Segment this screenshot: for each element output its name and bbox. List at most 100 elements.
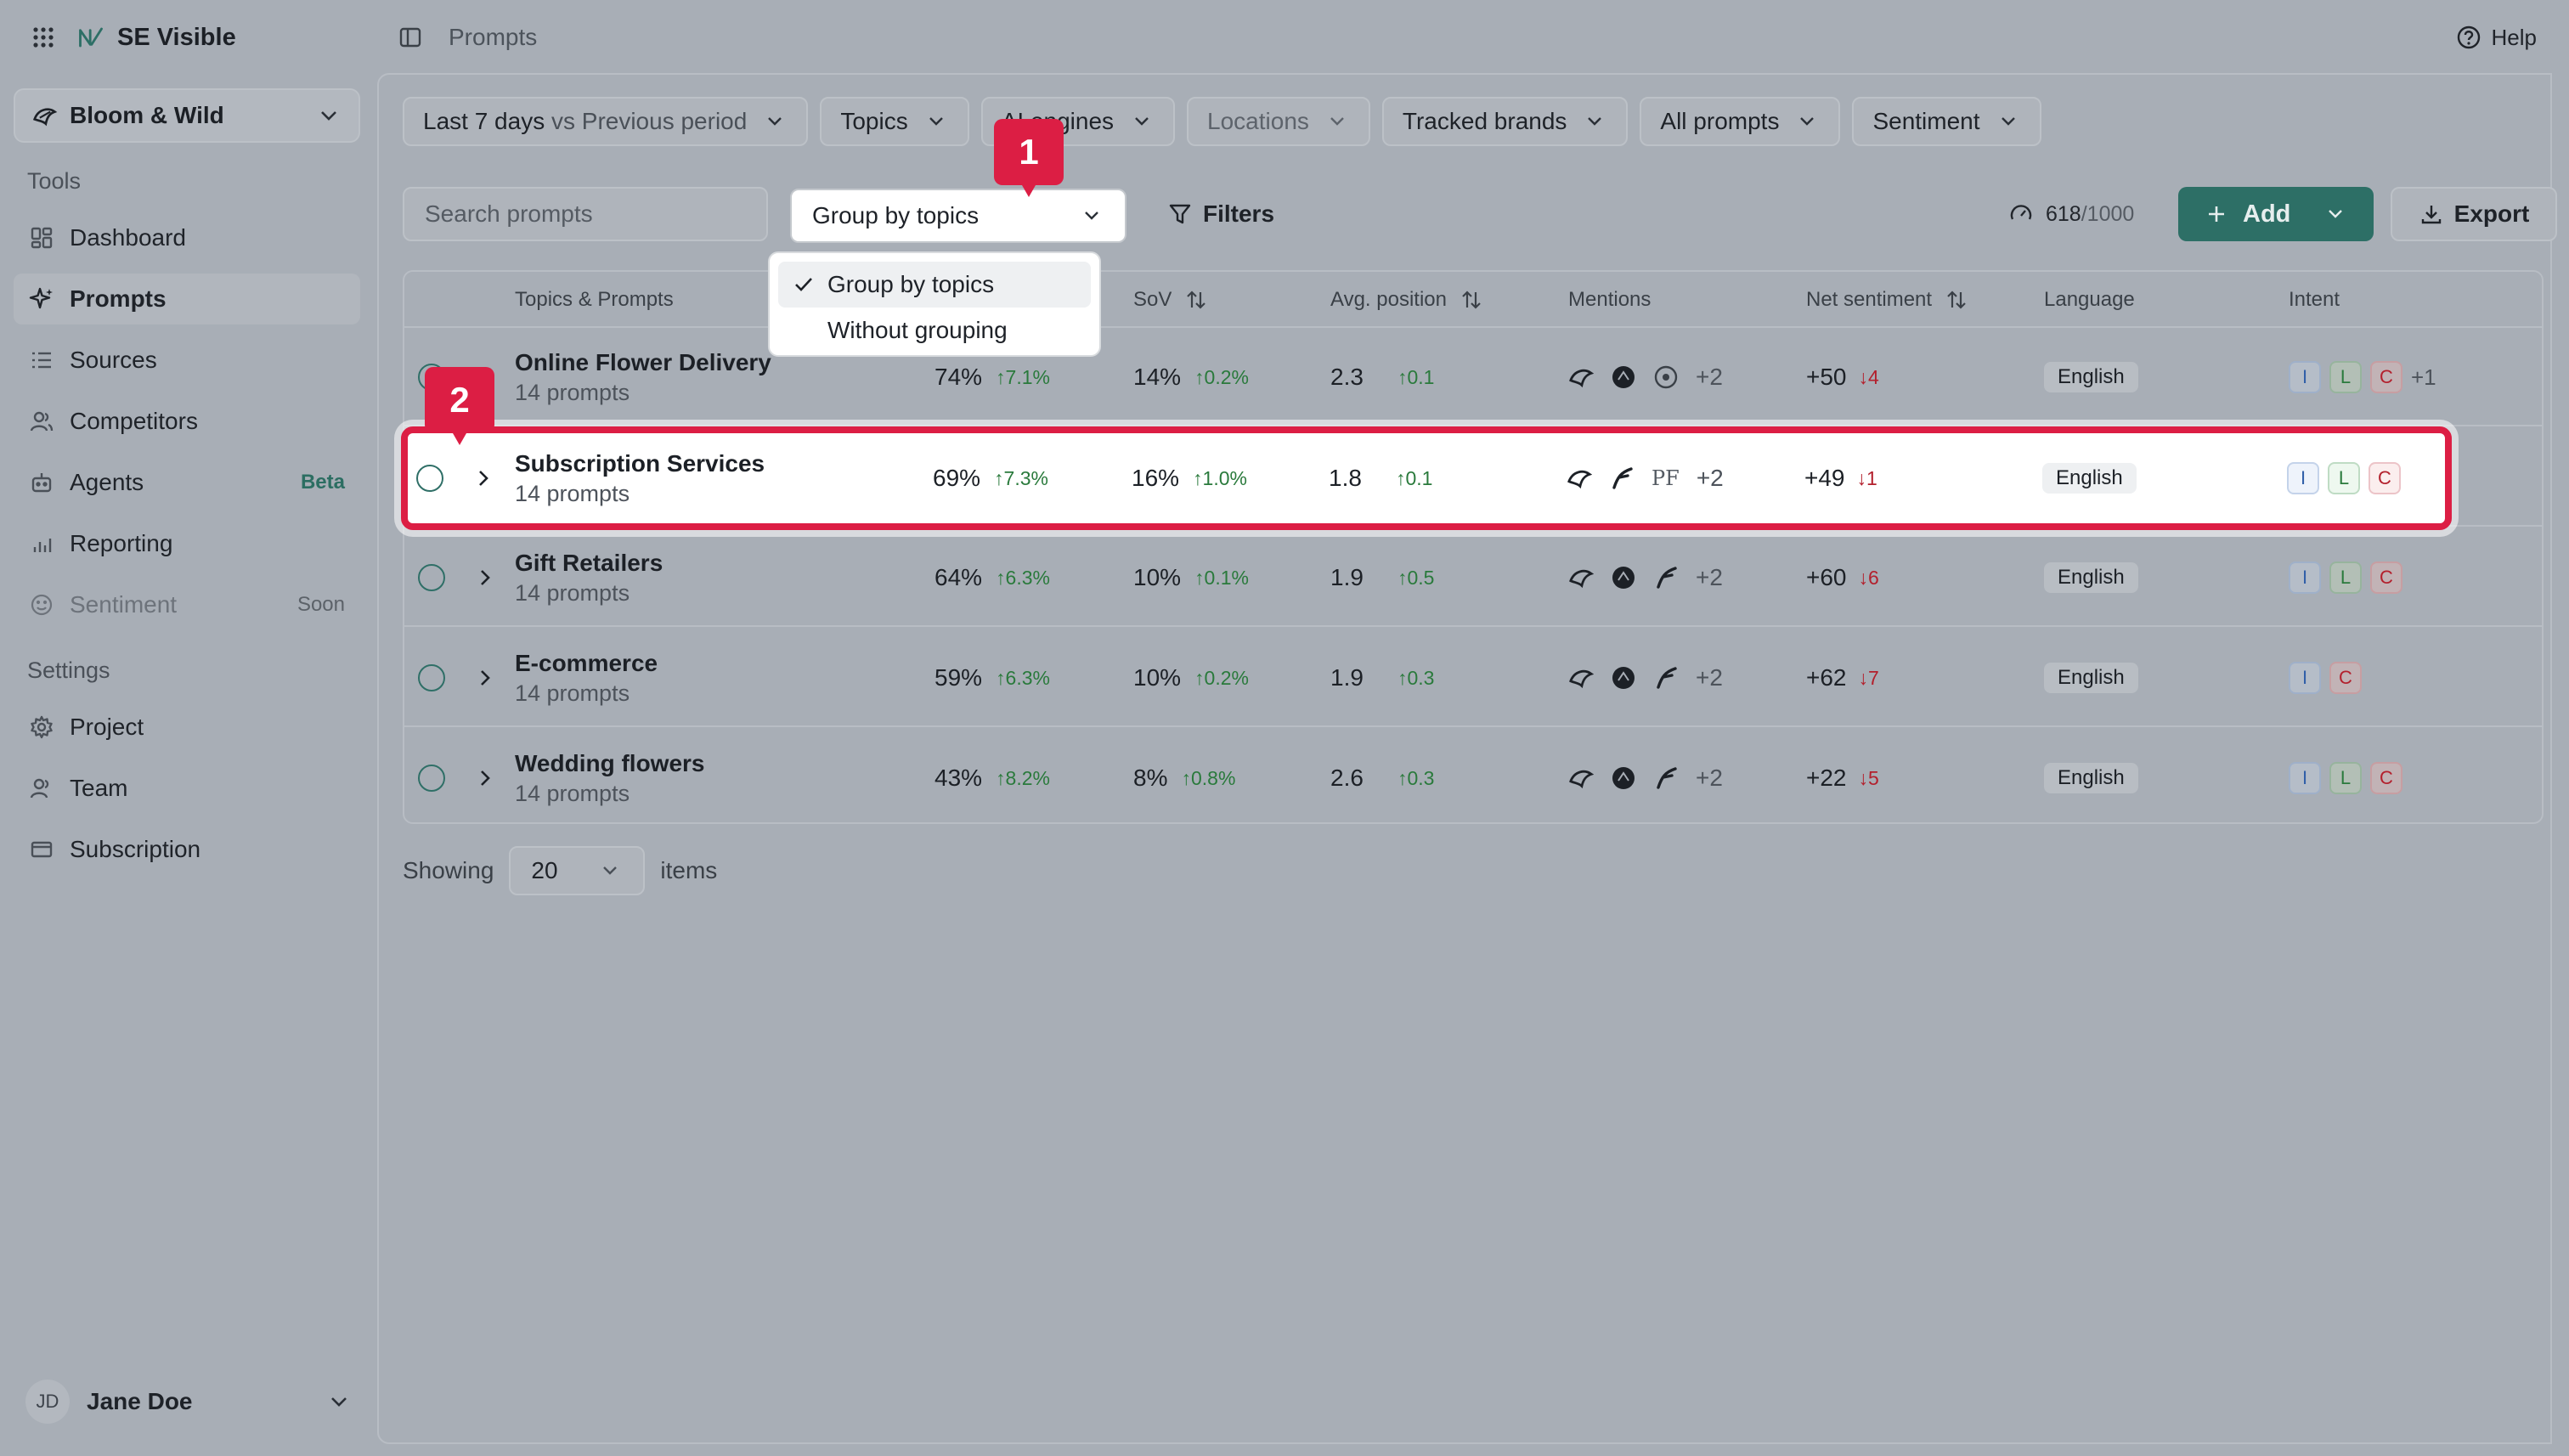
chevron-down-icon <box>1129 109 1155 134</box>
dropdown-option-without-grouping[interactable]: Without grouping <box>778 308 1091 353</box>
table-row[interactable]: Online Flower Delivery 14 prompts 74% ↑7.… <box>404 328 2542 426</box>
page-title: Prompts <box>449 24 538 50</box>
export-button[interactable]: Export <box>2391 187 2557 241</box>
visibility-delta: ↑8.2% <box>996 766 1050 789</box>
apps-grid-icon[interactable] <box>31 25 56 50</box>
competitor-logo-icon <box>1611 565 1636 590</box>
table-row[interactable]: E-commerce 14 prompts 59% ↑6.3% 10% ↑0.2% … <box>404 629 2542 727</box>
row-checkbox[interactable] <box>418 664 445 691</box>
column-header-net-sentiment[interactable]: Net sentiment <box>1806 272 1969 328</box>
chevron-down-icon <box>1794 109 1820 134</box>
mentions-more: +2 <box>1696 465 1724 491</box>
chevron-right-icon[interactable] <box>472 665 498 691</box>
sidebar-item-label: Dashboard <box>70 224 186 251</box>
sidebar-item-reporting[interactable]: Reporting <box>14 518 360 569</box>
prompts-filter-label: All prompts <box>1660 108 1780 134</box>
visibility-value: 64% <box>934 564 983 590</box>
sidebar-item-label: Subscription <box>70 836 201 862</box>
check-icon <box>793 276 816 293</box>
dropdown-option-group-by-topics[interactable]: Group by topics <box>778 262 1091 308</box>
locations-filter[interactable]: Locations <box>1187 97 1370 146</box>
competitor-logo-icon <box>1611 765 1636 791</box>
dashboard-icon <box>29 225 54 251</box>
period-label: Last 7 days <box>423 108 545 134</box>
plus-icon <box>2204 201 2229 227</box>
sidebar: SE Visible Bloom & Wild Tools Dashboard … <box>0 0 374 1456</box>
period-compare-label: vs Previous period <box>550 108 748 134</box>
content-panel: Last 7 days vs Previous period Topics AI… <box>377 73 2557 1444</box>
sov-delta: ↑0.8% <box>1181 766 1236 789</box>
chevron-right-icon[interactable] <box>471 466 496 491</box>
sidebar-toggle-icon[interactable] <box>398 25 423 50</box>
intent-badge: L <box>2328 462 2360 494</box>
filters-button[interactable]: Filters <box>1167 187 1274 241</box>
intent-badge: I <box>2289 762 2321 794</box>
page-size-select[interactable]: 20 <box>509 846 646 895</box>
row-checkbox[interactable] <box>416 465 443 492</box>
sidebar-item-prompts[interactable]: Prompts <box>14 274 360 324</box>
topics-filter[interactable]: Topics <box>820 97 969 146</box>
user-menu[interactable]: JD Jane Doe <box>25 1378 352 1425</box>
sidebar-item-subscription[interactable]: Subscription <box>14 824 360 875</box>
prompts-filter[interactable]: All prompts <box>1640 97 1841 146</box>
intent-more: +1 <box>2411 364 2436 390</box>
period-filter[interactable]: Last 7 days vs Previous period <box>403 97 809 146</box>
position-value: 1.8 <box>1329 465 1362 491</box>
row-checkbox[interactable] <box>418 564 445 591</box>
table-toolbar: Search prompts Group by topics Filters 6… <box>403 187 2557 243</box>
column-header-intent: Intent <box>2289 288 2340 311</box>
gauge-icon <box>2008 201 2034 227</box>
items-label: items <box>660 857 718 883</box>
quota-used: 618 <box>2046 201 2081 226</box>
brand-selector[interactable]: Bloom & Wild <box>14 88 360 143</box>
sidebar-item-competitors[interactable]: Competitors <box>14 396 360 447</box>
column-header-sov[interactable]: SoV <box>1133 272 1209 328</box>
help-button[interactable]: Help <box>2456 19 2537 56</box>
competitor-logo-icon <box>1653 765 1679 791</box>
chevron-right-icon[interactable] <box>472 565 498 590</box>
intent-badge: I <box>2289 562 2321 594</box>
sov-value: 16% <box>1132 465 1180 491</box>
intent-badge: C <box>2369 462 2401 494</box>
sidebar-item-team[interactable]: Team <box>14 763 360 814</box>
sentiment-delta: ↓4 <box>1858 365 1879 388</box>
app-logo-icon <box>78 25 104 50</box>
add-button[interactable]: Add <box>2178 187 2374 241</box>
chevron-right-icon[interactable] <box>472 765 498 791</box>
language-badge: English <box>2044 763 2138 793</box>
sidebar-item-sources[interactable]: Sources <box>14 335 360 386</box>
sentiment-filter[interactable]: Sentiment <box>1852 97 2041 146</box>
funnel-icon <box>1167 201 1193 227</box>
table-row[interactable]: Gift Retailers 14 prompts 64% ↑6.3% 10% ↑0… <box>404 528 2542 627</box>
position-delta: ↑0.5 <box>1397 566 1435 589</box>
search-input[interactable]: Search prompts <box>403 187 768 241</box>
row-checkbox[interactable] <box>418 765 445 792</box>
column-header-avg-position[interactable]: Avg. position <box>1330 272 1484 328</box>
chevron-down-icon <box>1079 203 1104 229</box>
pagination: Showing 20 items <box>403 846 717 895</box>
sov-delta: ↑1.0% <box>1193 466 1247 489</box>
filter-bar: Last 7 days vs Previous period Topics AI… <box>403 97 2041 146</box>
bloom-wild-logo-icon <box>1567 466 1592 491</box>
bloom-wild-logo-icon <box>1568 565 1594 590</box>
language-badge: English <box>2044 663 2138 693</box>
team-icon <box>29 776 54 801</box>
annotation-marker-1: 1 <box>994 119 1064 197</box>
sov-value: 10% <box>1133 564 1182 590</box>
sidebar-item-project[interactable]: Project <box>14 702 360 753</box>
bloom-wild-logo-icon <box>1568 665 1594 691</box>
table-row[interactable]: Wedding flowers 14 prompts 43% ↑8.2% 8% ↑0… <box>404 729 2542 822</box>
prompts-table: Topics & Prompts SoV Avg. position Menti… <box>403 270 2544 824</box>
topic-name: Online Flower Delivery <box>515 348 771 375</box>
brands-filter[interactable]: Tracked brands <box>1381 97 1629 146</box>
sparkle-icon <box>29 286 54 312</box>
visibility-delta: ↑7.3% <box>994 466 1048 489</box>
competitor-logo-icon <box>1653 364 1679 390</box>
group-by-select[interactable]: Group by topics <box>790 189 1126 243</box>
sentiment-delta: ↓1 <box>1856 466 1877 489</box>
highlighted-table-row[interactable]: Subscription Services 14 prompts 69% ↑7.3… <box>401 426 2452 530</box>
intent-badge: C <box>2370 361 2402 393</box>
sidebar-item-dashboard[interactable]: Dashboard <box>14 212 360 263</box>
sidebar-item-agents[interactable]: Agents Beta <box>14 457 360 508</box>
intent-badge: L <box>2329 361 2362 393</box>
